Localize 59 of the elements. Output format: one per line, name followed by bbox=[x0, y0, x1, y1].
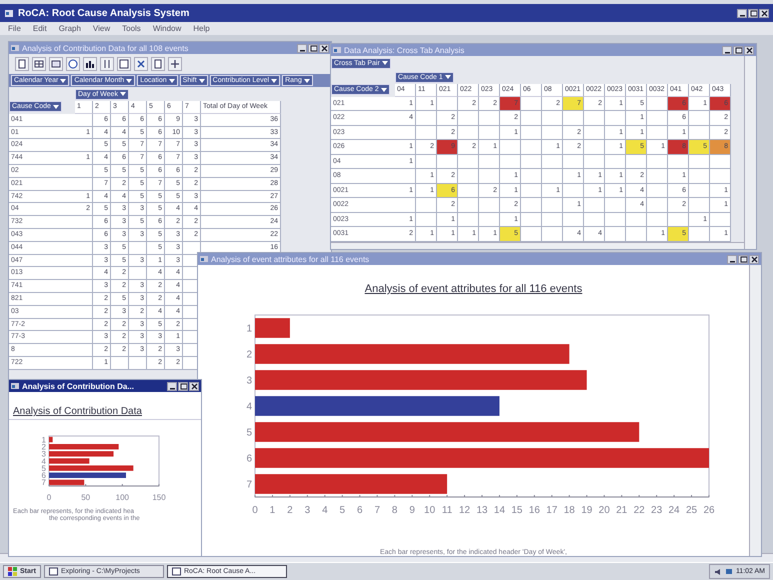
x-tick-label: 8 bbox=[391, 505, 397, 516]
x-tick-label: 22 bbox=[633, 505, 644, 516]
chart-title: Analysis of event attributes for all 116 events bbox=[364, 283, 582, 295]
x-tick-label: 18 bbox=[563, 505, 574, 516]
x-tick-label: 19 bbox=[580, 505, 592, 516]
x-tick-label: 6 bbox=[356, 505, 362, 516]
category-label: 2 bbox=[42, 442, 46, 452]
x-tick-label: 3 bbox=[304, 505, 310, 516]
category-label: 6 bbox=[42, 471, 46, 480]
menu-item[interactable]: File bbox=[8, 24, 21, 33]
category-label: 4 bbox=[246, 402, 252, 412]
x-tick-label: 11 bbox=[441, 505, 452, 516]
x-tick-label: 5 bbox=[339, 505, 345, 516]
window-title: RoCA: Root Cause Analysis System bbox=[18, 8, 190, 18]
x-tick-label: 16 bbox=[528, 505, 540, 516]
menu-item[interactable]: Window bbox=[152, 24, 182, 33]
chart-title: Analysis of Contribution Data bbox=[13, 406, 142, 417]
window-title: Analysis of Contribution Data for all 108 events bbox=[22, 44, 190, 52]
menu-item[interactable]: Tools bbox=[122, 24, 141, 33]
category-label: 2 bbox=[246, 350, 252, 360]
category-label: 5 bbox=[246, 428, 252, 438]
category-label: 7 bbox=[246, 480, 252, 490]
x-tick-label: 100 bbox=[116, 493, 130, 502]
x-tick-label: 7 bbox=[374, 505, 380, 516]
x-tick-label: 14 bbox=[493, 505, 505, 516]
window-title: Analysis of Contribution Da... bbox=[22, 382, 136, 390]
window-title: Data Analysis: Cross Tab Analysis bbox=[344, 46, 466, 54]
x-tick-label: 0 bbox=[252, 505, 258, 516]
x-tick-label: 24 bbox=[668, 505, 680, 516]
x-tick-label: 17 bbox=[546, 505, 557, 516]
category-label: 3 bbox=[42, 450, 46, 459]
x-tick-label: 10 bbox=[424, 505, 435, 516]
x-tick-label: 2 bbox=[286, 505, 292, 516]
x-tick-label: 23 bbox=[650, 505, 662, 516]
x-tick-label: 9 bbox=[408, 505, 414, 516]
category-label: 1 bbox=[42, 435, 46, 444]
x-tick-label: 25 bbox=[685, 505, 697, 516]
x-tick-label: 21 bbox=[616, 505, 627, 516]
x-tick-label: 0 bbox=[46, 493, 52, 502]
x-tick-label: 150 bbox=[152, 493, 166, 502]
x-tick-label: 4 bbox=[322, 505, 328, 516]
category-label: 6 bbox=[246, 454, 252, 464]
category-label: 4 bbox=[42, 456, 46, 466]
category-label: 3 bbox=[246, 376, 252, 386]
window-title: Analysis of event attributes for all 116 events bbox=[211, 254, 370, 264]
category-label: 7 bbox=[42, 478, 46, 488]
menu-item[interactable]: Edit bbox=[32, 24, 47, 33]
menu-item[interactable]: Graph bbox=[58, 24, 81, 33]
menu-item[interactable]: View bbox=[92, 24, 110, 33]
category-label: 5 bbox=[42, 464, 46, 473]
x-tick-label: 15 bbox=[510, 505, 522, 516]
x-tick-label: 12 bbox=[458, 505, 470, 516]
x-tick-label: 50 bbox=[81, 493, 90, 502]
x-tick-label: 1 bbox=[269, 505, 275, 516]
x-tick-label: 26 bbox=[702, 505, 714, 516]
category-label: 1 bbox=[246, 324, 252, 334]
x-tick-label: 20 bbox=[598, 505, 610, 516]
menu-item[interactable]: Help bbox=[193, 24, 210, 33]
x-tick-label: 13 bbox=[476, 505, 488, 516]
